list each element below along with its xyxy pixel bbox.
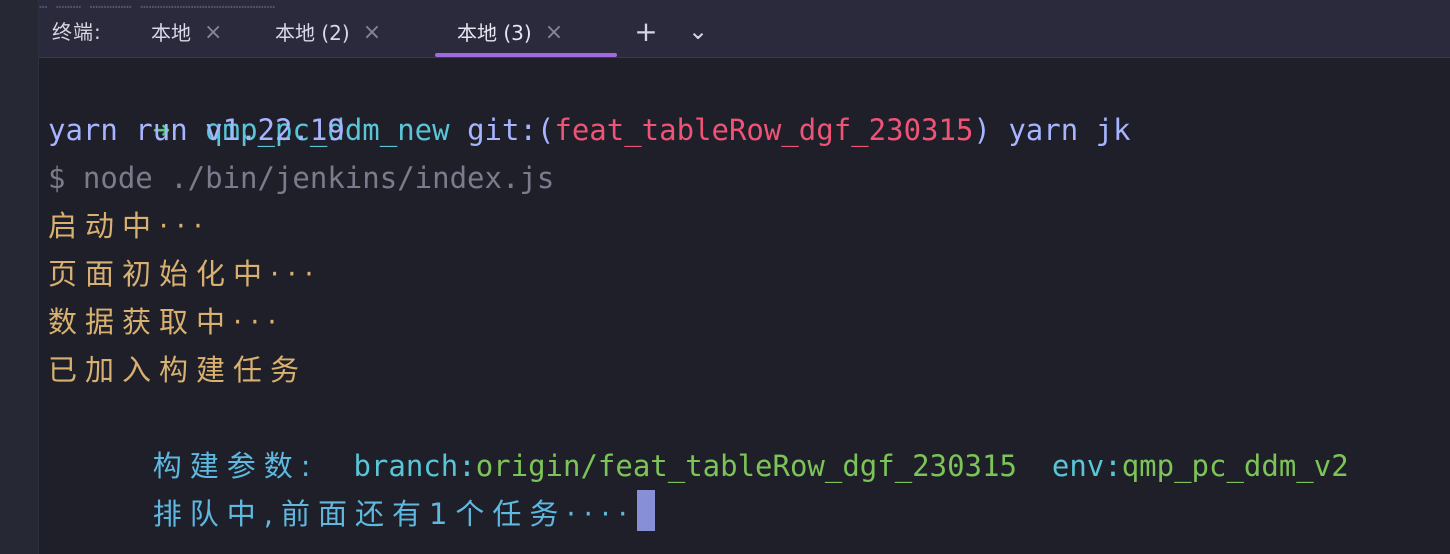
env-value: qmp_pc_ddm_v2 <box>1121 449 1349 483</box>
chevron-down-icon[interactable]: ⌄ <box>684 13 712 49</box>
node-command-line: $ node ./bin/jenkins/index.js <box>48 161 555 195</box>
tab-label: 本地 (3) <box>457 21 532 45</box>
branch-close-paren: ) <box>973 113 991 147</box>
branch-value: origin/feat_tableRow_dgf_230315 <box>475 449 1017 483</box>
tab-label: 本地 (2) <box>275 21 350 45</box>
add-tab-button[interactable]: + <box>632 13 660 49</box>
page-init-status-line: 页面初始化中··· <box>48 257 322 291</box>
starting-status-line: 启动中··· <box>48 209 211 243</box>
data-fetch-status-line: 数据获取中··· <box>48 305 285 339</box>
env-key: env: <box>1051 449 1122 483</box>
terminal-window: … ……… …………… ………………………………………… 终端: 本地 × 本地… <box>0 0 1450 554</box>
entered-command: yarn jk <box>1008 113 1131 147</box>
branch-open-paren: ( <box>536 113 555 147</box>
branch-key: branch: <box>353 449 476 483</box>
terminal-output[interactable]: ➜ qmp_pc_ddm_new git:(feat_tableRow_dgf_… <box>48 58 1438 548</box>
tab-local-2[interactable]: 本地 (2) × <box>275 16 381 50</box>
active-tab-indicator <box>435 53 617 57</box>
queue-status-text: 排队中,前面还有1个任务···· <box>152 497 636 531</box>
git-branch: feat_tableRow_dgf_230315 <box>554 113 974 147</box>
close-icon[interactable]: × <box>363 19 381 47</box>
terminal-tab-bar: … ……… …………… ………………………………………… 终端: 本地 × 本地… <box>39 0 1450 58</box>
git-prefix: git: <box>467 113 537 147</box>
terminal-label: 终端: <box>52 20 102 44</box>
left-edge-panel <box>0 0 39 554</box>
build-task-added-line: 已加入构建任务 <box>48 353 308 387</box>
tabbar-top-fragment: … ……… …………… ………………………………………… <box>39 0 276 8</box>
close-icon[interactable]: × <box>545 19 563 47</box>
close-icon[interactable]: × <box>204 19 222 47</box>
build-parameters-line: 构建参数: branch:origin/feat_tableRow_dgf_23… <box>48 394 1438 483</box>
terminal-cursor[interactable] <box>637 490 656 531</box>
build-parameters-label: 构建参数: <box>152 449 319 483</box>
tab-label: 本地 <box>151 21 191 45</box>
tab-local-3[interactable]: 本地 (3) × <box>457 16 563 50</box>
tab-local-1[interactable]: 本地 × <box>151 16 222 50</box>
command-prompt-line: ➜ qmp_pc_ddm_new git:(feat_tableRow_dgf_… <box>48 58 1438 147</box>
